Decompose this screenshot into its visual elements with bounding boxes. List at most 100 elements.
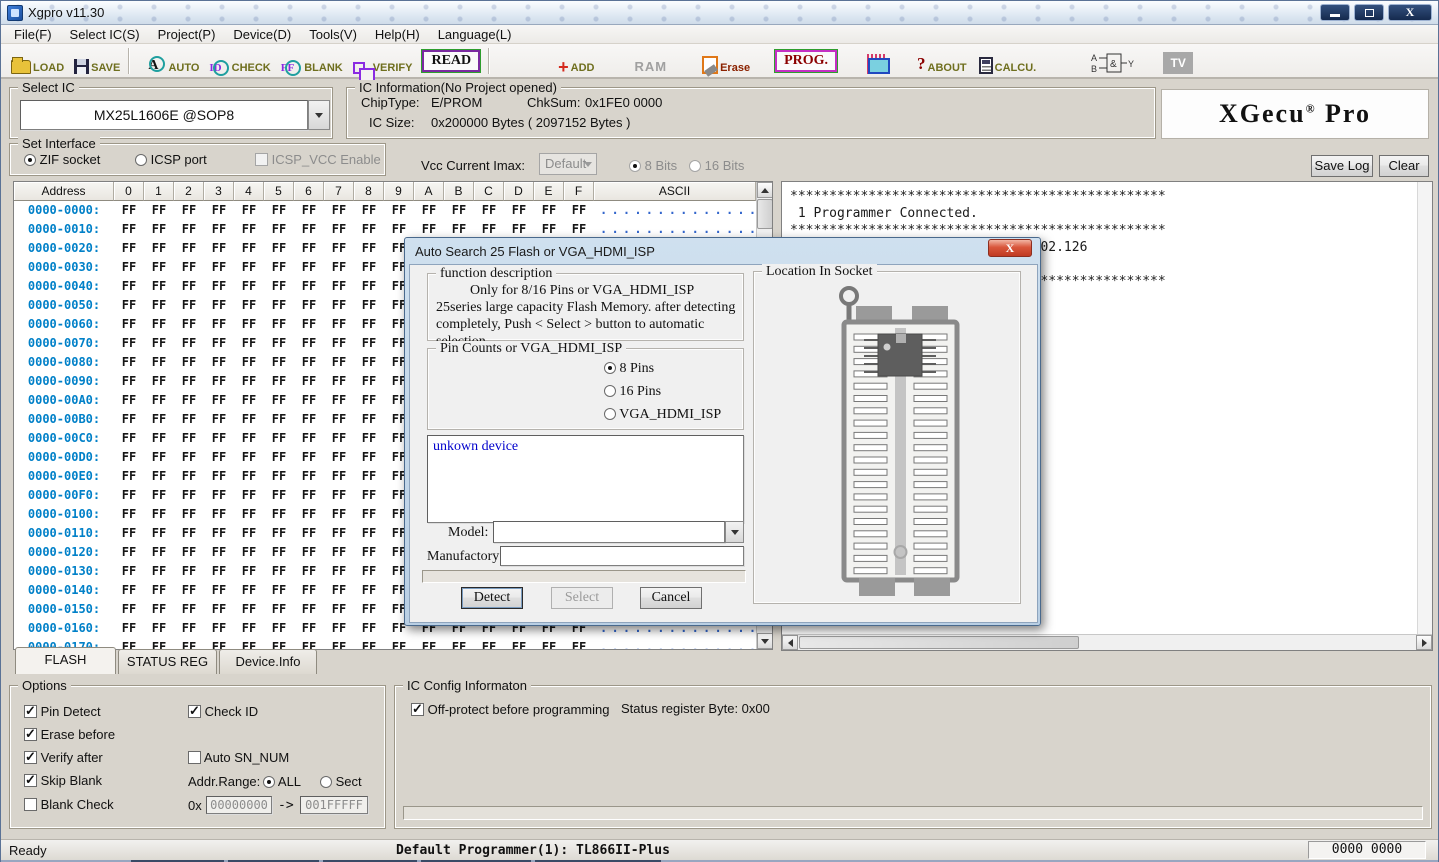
hex-byte-cell[interactable]: FF — [144, 277, 174, 296]
tab-flash[interactable]: FLASH — [15, 647, 116, 674]
pin-detect-checkbox[interactable]: Pin Detect — [24, 704, 101, 719]
hex-byte-cell[interactable]: FF — [324, 619, 354, 638]
hex-byte-cell[interactable]: FF — [234, 334, 264, 353]
hex-byte-cell[interactable]: FF — [324, 201, 354, 220]
addr-range-all-radio[interactable]: ALL — [263, 774, 301, 789]
hex-byte-cell[interactable]: FF — [264, 524, 294, 543]
menu-device[interactable]: Device(D) — [224, 25, 300, 44]
about-button[interactable]: ?ABOUT — [917, 48, 967, 74]
hex-byte-cell[interactable]: FF — [174, 448, 204, 467]
hex-byte-cell[interactable]: FF — [114, 619, 144, 638]
hex-byte-cell[interactable]: FF — [114, 239, 144, 258]
hex-byte-cell[interactable]: FF — [354, 201, 384, 220]
hex-byte-cell[interactable]: FF — [264, 505, 294, 524]
hex-byte-cell[interactable]: FF — [234, 258, 264, 277]
hex-byte-cell[interactable]: FF — [354, 239, 384, 258]
hex-byte-cell[interactable]: FF — [444, 201, 474, 220]
hex-byte-cell[interactable]: FF — [234, 543, 264, 562]
hex-byte-cell[interactable]: FF — [174, 581, 204, 600]
hex-byte-cell[interactable]: FF — [174, 220, 204, 239]
hex-byte-cell[interactable]: FF — [234, 524, 264, 543]
hex-byte-cell[interactable]: FF — [234, 239, 264, 258]
detect-button[interactable]: Detect — [461, 587, 523, 609]
hex-byte-cell[interactable]: FF — [234, 600, 264, 619]
hex-byte-cell[interactable]: FF — [564, 638, 594, 650]
hex-byte-cell[interactable]: FF — [144, 372, 174, 391]
scroll-thumb[interactable] — [799, 636, 1079, 649]
blank-check-checkbox[interactable]: Blank Check — [24, 797, 114, 812]
scroll-thumb[interactable] — [757, 199, 773, 229]
hex-byte-cell[interactable]: FF — [294, 429, 324, 448]
hex-byte-cell[interactable]: FF — [204, 619, 234, 638]
hex-byte-cell[interactable]: FF — [204, 505, 234, 524]
hex-byte-cell[interactable]: FF — [204, 372, 234, 391]
save-button[interactable]: SAVE — [74, 48, 120, 74]
menu-tools[interactable]: Tools(V) — [300, 25, 366, 44]
hex-byte-cell[interactable]: FF — [204, 543, 234, 562]
hex-byte-cell[interactable]: FF — [474, 201, 504, 220]
hex-byte-cell[interactable]: FF — [354, 410, 384, 429]
hex-byte-cell[interactable]: FF — [144, 486, 174, 505]
hex-byte-cell[interactable]: FF — [294, 486, 324, 505]
hex-byte-cell[interactable]: FF — [114, 429, 144, 448]
hex-byte-cell[interactable]: FF — [204, 448, 234, 467]
hex-byte-cell[interactable]: FF — [294, 201, 324, 220]
hex-byte-cell[interactable]: FF — [324, 391, 354, 410]
hex-byte-cell[interactable]: FF — [354, 220, 384, 239]
check-button[interactable]: IDCHECK — [209, 48, 270, 74]
hex-byte-cell[interactable]: FF — [264, 391, 294, 410]
hex-byte-cell[interactable]: FF — [324, 220, 354, 239]
hex-byte-cell[interactable]: FF — [324, 296, 354, 315]
hex-byte-cell[interactable]: FF — [264, 334, 294, 353]
tab-status-reg[interactable]: STATUS REG — [118, 649, 217, 674]
hex-byte-cell[interactable]: FF — [354, 448, 384, 467]
prog-button[interactable]: PROG. — [775, 48, 837, 74]
selected-ic-field[interactable]: MX25L1606E @SOP8 — [20, 100, 308, 130]
hex-byte-cell[interactable]: FF — [174, 543, 204, 562]
range-end-field[interactable]: 001FFFFF — [300, 796, 368, 814]
hex-byte-cell[interactable]: FF — [264, 562, 294, 581]
pins16-radio[interactable]: 16 Pins — [604, 384, 661, 400]
hex-byte-cell[interactable]: FF — [264, 277, 294, 296]
hex-byte-cell[interactable]: FF — [114, 505, 144, 524]
hex-byte-cell[interactable]: FF — [354, 619, 384, 638]
hex-byte-cell[interactable]: FF — [324, 600, 354, 619]
hex-byte-cell[interactable]: FF — [324, 448, 354, 467]
hex-byte-cell[interactable]: FF — [354, 353, 384, 372]
erase-button[interactable]: Erase — [702, 48, 750, 74]
manufactory-field[interactable] — [500, 546, 744, 566]
hex-byte-cell[interactable]: FF — [114, 410, 144, 429]
log-horizontal-scrollbar[interactable] — [782, 634, 1432, 650]
hex-byte-cell[interactable]: FF — [324, 581, 354, 600]
hex-byte-cell[interactable]: FF — [114, 467, 144, 486]
hex-byte-cell[interactable]: FF — [144, 581, 174, 600]
hex-byte-cell[interactable]: FF — [294, 600, 324, 619]
hex-byte-cell[interactable]: FF — [144, 562, 174, 581]
hex-byte-cell[interactable]: FF — [264, 315, 294, 334]
hex-byte-cell[interactable]: FF — [144, 353, 174, 372]
hex-byte-cell[interactable]: FF — [324, 486, 354, 505]
hex-byte-cell[interactable]: FF — [234, 467, 264, 486]
hex-byte-cell[interactable]: FF — [144, 524, 174, 543]
hex-byte-cell[interactable]: FF — [294, 524, 324, 543]
bits16-radio[interactable]: 16 Bits — [689, 158, 744, 173]
hex-byte-cell[interactable]: FF — [114, 543, 144, 562]
hex-byte-cell[interactable]: FF — [114, 391, 144, 410]
hex-byte-cell[interactable]: FF — [294, 334, 324, 353]
hex-byte-cell[interactable]: FF — [354, 334, 384, 353]
scroll-right-button[interactable] — [1416, 635, 1432, 650]
hex-byte-cell[interactable]: FF — [234, 296, 264, 315]
hex-byte-cell[interactable]: FF — [204, 562, 234, 581]
hex-byte-cell[interactable]: FF — [234, 429, 264, 448]
logic-gate-button[interactable]: AB & Y — [1091, 48, 1135, 74]
hex-byte-cell[interactable]: FF — [264, 619, 294, 638]
hex-byte-cell[interactable]: FF — [354, 638, 384, 650]
hex-byte-cell[interactable]: FF — [354, 372, 384, 391]
hex-byte-cell[interactable]: FF — [474, 638, 504, 650]
hex-byte-cell[interactable]: FF — [234, 486, 264, 505]
hex-byte-cell[interactable]: FF — [384, 201, 414, 220]
addr-range-sect-radio[interactable]: Sect — [320, 774, 362, 789]
menu-file[interactable]: File(F) — [5, 25, 61, 44]
hex-byte-cell[interactable]: FF — [174, 353, 204, 372]
hex-byte-cell[interactable]: FF — [144, 467, 174, 486]
